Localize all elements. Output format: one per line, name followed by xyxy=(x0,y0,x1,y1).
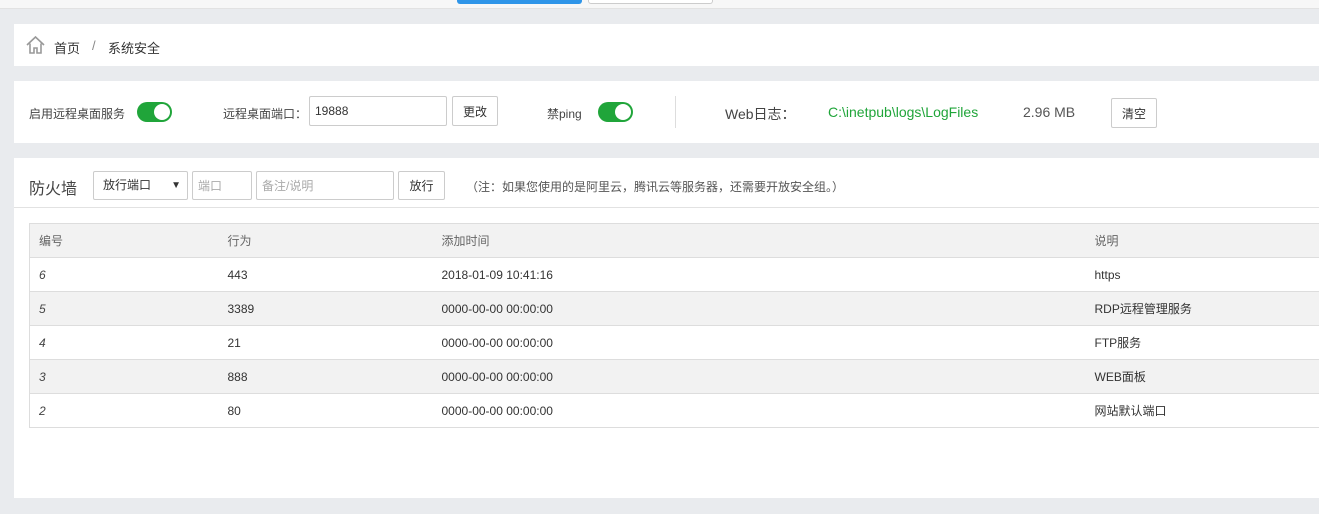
breadcrumb-current: 系统安全 xyxy=(108,41,161,56)
top-primary-button[interactable] xyxy=(457,0,582,4)
rdp-service-toggle[interactable] xyxy=(137,102,172,122)
cell-id: 6 xyxy=(29,257,228,292)
firewall-action-selected: 放行端口 xyxy=(103,178,152,192)
change-port-button[interactable]: 更改 xyxy=(452,96,498,126)
cell-time: 0000-00-00 00:00:00 xyxy=(441,359,1095,394)
cell-time: 0000-00-00 00:00:00 xyxy=(441,325,1095,360)
top-secondary-button[interactable] xyxy=(588,0,713,4)
note-input[interactable] xyxy=(256,171,394,200)
web-log-size: 2.96 MB xyxy=(1023,104,1076,120)
table-row[interactable]: 5 3389 0000-00-00 00:00:00 RDP远程管理服务 xyxy=(29,291,1319,326)
cell-time: 0000-00-00 00:00:00 xyxy=(441,393,1095,428)
allow-port-button[interactable]: 放行 xyxy=(398,171,445,200)
table-row[interactable]: 3 888 0000-00-00 00:00:00 WEB面板 xyxy=(29,359,1319,394)
cell-desc: WEB面板 xyxy=(1094,359,1319,394)
cell-time: 0000-00-00 00:00:00 xyxy=(441,291,1095,326)
divider xyxy=(675,96,676,128)
web-log-path[interactable]: C:\inetpub\logs\LogFiles xyxy=(828,104,978,120)
chevron-down-icon: ▼ xyxy=(171,180,181,191)
rdp-port-label: 远程桌面端口： xyxy=(223,107,308,121)
column-header-action[interactable]: 行为 xyxy=(227,223,442,258)
table-header-row: 编号 行为 添加时间 说明 xyxy=(29,223,1319,258)
ping-label: 禁ping xyxy=(547,107,582,121)
breadcrumb-separator: / xyxy=(92,38,96,53)
firewall-action-select[interactable]: 放行端口 ▼ xyxy=(93,171,188,200)
table-row[interactable]: 4 21 0000-00-00 00:00:00 FTP服务 xyxy=(29,325,1319,360)
cell-id: 4 xyxy=(29,325,228,360)
port-input[interactable] xyxy=(192,171,252,200)
rdp-port-input[interactable] xyxy=(309,96,447,126)
ping-toggle[interactable] xyxy=(598,102,633,122)
cell-desc: FTP服务 xyxy=(1094,325,1319,360)
cell-action: 888 xyxy=(227,359,442,394)
firewall-rules-table: 编号 行为 添加时间 说明 6 443 2018-01-09 10:41:16 … xyxy=(29,223,1319,428)
firewall-title: 防火墙 xyxy=(29,181,78,198)
cell-time: 2018-01-09 10:41:16 xyxy=(441,257,1095,292)
home-icon[interactable] xyxy=(25,35,46,55)
cell-desc: 网站默认端口 xyxy=(1094,393,1319,428)
cell-id: 3 xyxy=(29,359,228,394)
security-group-notice: （注：如果您使用的是阿里云，腾讯云等服务器，还需要开放安全组。） xyxy=(466,180,845,194)
clear-log-button[interactable]: 清空 xyxy=(1111,98,1157,128)
security-settings-panel: 启用远程桌面服务 远程桌面端口： 更改 禁ping Web日志： C:\inet… xyxy=(14,81,1319,143)
divider xyxy=(14,207,1319,208)
table-row[interactable]: 2 80 0000-00-00 00:00:00 网站默认端口 xyxy=(29,393,1319,428)
firewall-panel: 防火墙 放行端口 ▼ 放行 （注：如果您使用的是阿里云，腾讯云等服务器，还需要开… xyxy=(14,158,1319,498)
breadcrumb-home-link[interactable]: 首页 xyxy=(54,38,80,57)
cell-id: 2 xyxy=(29,393,228,428)
toggle-knob xyxy=(615,104,631,120)
column-header-time[interactable]: 添加时间 xyxy=(441,223,1095,258)
cell-action: 21 xyxy=(227,325,442,360)
cell-action: 80 xyxy=(227,393,442,428)
web-log-label: Web日志： xyxy=(725,106,796,122)
cell-desc: https xyxy=(1094,257,1319,292)
column-header-desc[interactable]: 说明 xyxy=(1094,223,1319,258)
toggle-knob xyxy=(154,104,170,120)
cell-action: 443 xyxy=(227,257,442,292)
column-header-id[interactable]: 编号 xyxy=(29,223,228,258)
cell-desc: RDP远程管理服务 xyxy=(1094,291,1319,326)
cell-action: 3389 xyxy=(227,291,442,326)
cell-id: 5 xyxy=(29,291,228,326)
rdp-service-label: 启用远程桌面服务 xyxy=(29,107,126,121)
table-row[interactable]: 6 443 2018-01-09 10:41:16 https xyxy=(29,257,1319,292)
breadcrumb: 首页 / 系统安全 xyxy=(14,24,1319,66)
